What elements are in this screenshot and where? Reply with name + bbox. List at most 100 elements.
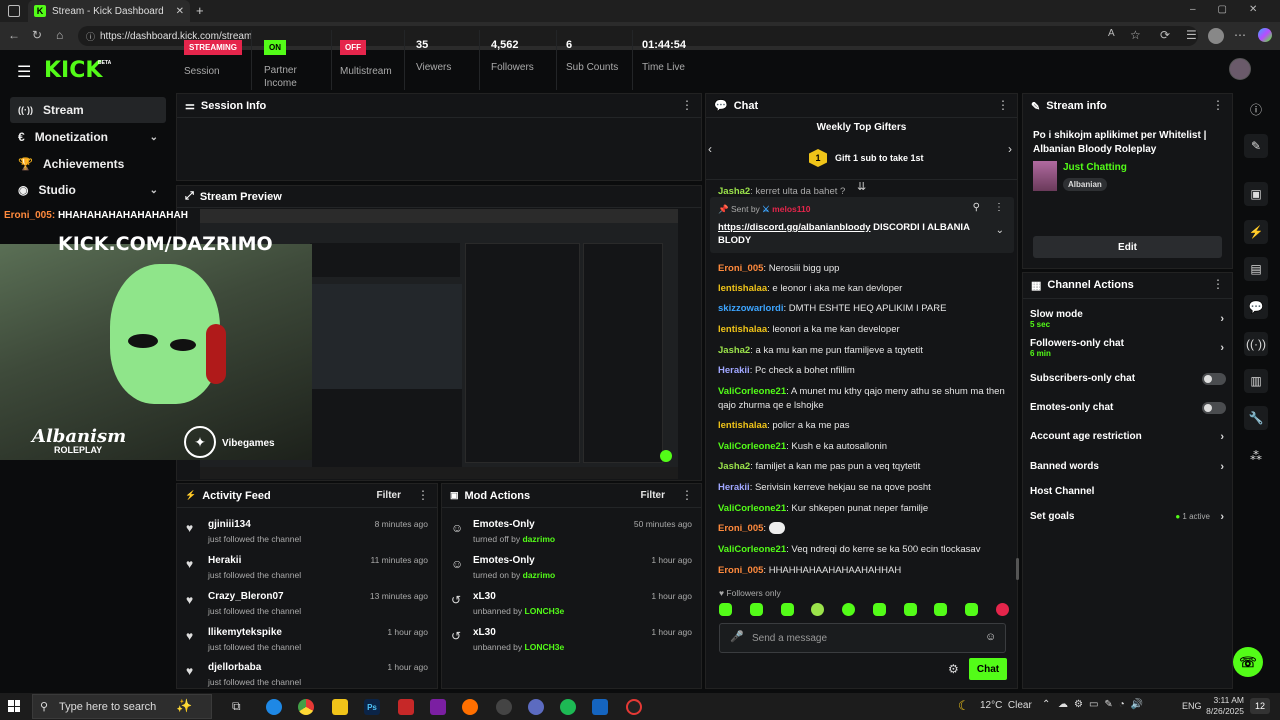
layout-icon[interactable]: ▥ [1244,369,1268,393]
microphone-icon[interactable]: 🎤 [730,630,744,643]
help-support-icon[interactable]: ☏ [1233,647,1263,677]
more-icon[interactable]: ⋯ [1234,28,1246,42]
set-goals-row[interactable]: Set goals ● 1 active › [1030,511,1226,523]
send-chat-button[interactable]: Chat [969,658,1007,680]
blender-icon[interactable] [462,699,478,715]
language-indicator[interactable]: ENG [1182,701,1202,711]
chat-username[interactable]: lentishalaa [718,283,767,294]
emotes-only-toggle[interactable] [1202,402,1226,414]
chat-username[interactable]: lentishalaa [718,324,767,335]
clock[interactable]: 3:11 AM 8/26/2025 [1204,695,1244,717]
read-aloud-icon[interactable]: A [1108,28,1115,39]
banned-words-row[interactable]: Banned words › [1030,461,1226,473]
chat-username[interactable]: ValiCorleone21 [718,544,786,555]
photoshop-icon[interactable]: Ps [364,699,380,715]
chat-username[interactable]: ValiCorleone21 [718,386,786,397]
menu-icon[interactable]: ☰ [17,62,31,82]
info-icon[interactable]: ⓘ [1244,97,1268,121]
chat-settings-gear-icon[interactable]: ⚙ [948,662,959,676]
chat-username[interactable]: skizzowarlordi [718,303,783,314]
more-options-icon[interactable]: ⋮ [997,98,1009,112]
broadcast-icon[interactable]: ((·)) [1244,332,1268,356]
bolt-icon[interactable]: ⚡ [1244,220,1268,244]
app-icon[interactable] [430,699,446,715]
emote-9-icon[interactable] [965,603,979,616]
emoji-icon[interactable]: ☺ [985,631,996,643]
emote-7-icon[interactable] [903,603,917,616]
expand-pinned-icon[interactable]: ⌄ [996,225,1004,236]
home-icon[interactable]: ⌂ [56,28,63,42]
more-options-icon[interactable]: ⋮ [417,488,429,502]
chat-username[interactable]: Jasha2 [718,345,750,356]
tray-icons[interactable]: ☁⚙▭✎◔🔊 [1058,699,1149,710]
chat-username[interactable]: Herakii [718,482,750,493]
spotify-icon[interactable] [560,699,576,715]
preview-panel-icon[interactable]: ▣ [1244,182,1268,206]
emote-8-icon[interactable] [934,603,948,616]
tray-chevron-icon[interactable]: ⌃ [1042,699,1050,710]
activity-filter-button[interactable]: Filter [377,490,401,501]
copilot-icon[interactable] [1258,28,1272,42]
unpin-icon[interactable]: ⚲ [973,202,980,213]
chat-username[interactable]: ValiCorleone21 [718,441,786,452]
chevron-left-icon[interactable]: ‹ [708,142,712,156]
mod-filter-button[interactable]: Filter [641,490,665,501]
emote-5-icon[interactable] [842,603,856,616]
workspaces-icon[interactable] [8,5,20,17]
extensions-icon[interactable]: ⟳ [1160,28,1170,42]
more-options-icon[interactable]: ⋮ [1212,98,1224,112]
reload-icon[interactable]: ↻ [32,28,42,42]
emote-2-icon[interactable] [749,603,763,616]
app-4-icon[interactable] [592,699,608,715]
sidebar-item-monetization[interactable]: € Monetization ⌄ [10,124,166,150]
category-name[interactable]: Just Chatting [1063,162,1127,173]
site-info-icon[interactable]: ⓘ [86,30,95,43]
chat-username[interactable]: Eroni_005 [718,565,763,576]
emote-4-icon[interactable] [811,603,825,616]
chat-username[interactable]: Jasha2 [718,461,750,472]
task-view-icon[interactable]: ⧉ [232,699,241,714]
host-channel-row[interactable]: Host Channel [1030,486,1226,497]
notes-icon[interactable]: ▤ [1244,257,1268,281]
sidebar-item-stream[interactable]: ((·)) Stream [10,97,166,123]
edit-pen-icon[interactable]: ✎ [1244,134,1268,158]
slow-mode-row[interactable]: Slow mode 5 sec › [1030,309,1226,329]
integrations-icon[interactable]: ⁂ [1244,444,1268,468]
notifications-badge[interactable]: 12 [1250,698,1270,714]
emote-3-icon[interactable] [780,603,794,616]
gifters-cta[interactable]: Gift 1 sub to take 1st [835,153,924,163]
edge-icon[interactable] [266,699,282,715]
window-controls[interactable]: –▢✕ [1190,4,1279,15]
app-2-icon[interactable] [496,699,512,715]
chrome-icon[interactable] [298,699,314,715]
sidebar-item-studio[interactable]: ◉ Studio ⌄ [10,177,166,203]
emote-10-icon[interactable] [995,603,1009,616]
chat-username[interactable]: Eroni_005 [718,523,763,534]
favorite-star-icon[interactable]: ☆ [1130,28,1141,42]
chevron-right-icon[interactable]: › [1008,142,1012,156]
pinned-link[interactable]: https://discord.gg/albanianbloody [718,222,871,233]
followers-only-row[interactable]: Followers-only chat 6 min › [1030,338,1226,358]
chat-username[interactable]: Eroni_005 [718,263,763,274]
chat-bubble-icon[interactable]: 💬 [1244,295,1268,319]
start-icon[interactable] [8,700,20,712]
close-tab-icon[interactable]: ✕ [176,6,184,17]
browser-tab[interactable]: K Stream - Kick Dashboard ✕ [28,0,190,22]
chat-username[interactable]: Herakii [718,365,750,376]
weather-text[interactable]: 12°C Clear [980,700,1032,711]
chat-input[interactable]: Send a message [719,623,1006,653]
kick-logo[interactable]: KICK [44,58,102,83]
edit-stream-button[interactable]: Edit [1033,236,1222,258]
favorites-icon[interactable]: ☰ [1186,28,1197,42]
user-avatar[interactable] [1229,58,1251,80]
profile-avatar[interactable] [1208,28,1224,44]
new-tab-icon[interactable]: + [196,3,204,18]
file-explorer-icon[interactable] [332,699,348,715]
chat-scrollbar[interactable] [1016,558,1019,580]
pinned-more-icon[interactable]: ⋮ [994,202,1004,213]
obs-icon[interactable] [626,699,642,715]
app-3-icon[interactable] [528,699,544,715]
scroll-down-icon[interactable]: ⇊ [857,180,866,193]
more-options-icon[interactable]: ⋮ [681,488,693,502]
back-icon[interactable]: ← [8,28,20,42]
